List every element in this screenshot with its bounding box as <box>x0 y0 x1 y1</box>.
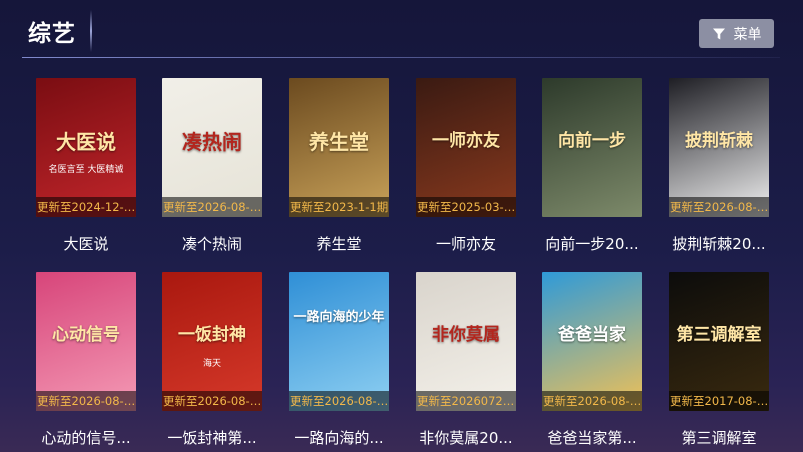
program-title[interactable]: 一饭封神第... <box>152 427 272 448</box>
program-card[interactable]: 养生堂更新至2023-1-1期 养生堂 <box>289 78 389 254</box>
program-title[interactable]: 凑个热闹 <box>152 233 272 254</box>
program-card[interactable]: 披荆斩棘 更新至2026-08-0... 披荆斩棘20... <box>669 78 769 254</box>
program-card[interactable]: 名医言至 大医精诚 大医说更新至2024-12-2... 大医说 <box>36 78 136 254</box>
program-title[interactable]: 爸爸当家第... <box>532 427 652 448</box>
title-divider <box>90 10 92 52</box>
program-title[interactable]: 一师亦友 <box>406 233 526 254</box>
program-card[interactable]: 心动信号 更新至2026-08-1... 心动的信号... <box>36 272 136 448</box>
poster-subtitle: 海天 <box>202 359 221 369</box>
poster-title: 向前一步 <box>558 131 626 151</box>
program-card[interactable]: 第三调解室更新至2017-08-0... 第三调解室 <box>669 272 769 448</box>
program-title[interactable]: 心动的信号... <box>26 427 146 448</box>
program-poster[interactable]: 养生堂更新至2023-1-1期 <box>289 78 389 217</box>
poster-title: 一师亦友 <box>432 131 500 151</box>
program-card[interactable]: 非你莫属 更新至20260726... 非你莫属20... <box>416 272 516 448</box>
poster-title: 爸爸当家 <box>558 325 626 345</box>
program-title[interactable]: 一路向海的... <box>279 427 399 448</box>
program-poster[interactable]: 一师亦友更新至2025-03-1... <box>416 78 516 217</box>
update-status: 更新至2017-08-0... <box>669 391 769 411</box>
update-status: 更新至2026-08-0... <box>542 391 642 411</box>
program-poster[interactable]: 一路向海的少年更新至2026-08-0... <box>289 272 389 411</box>
update-status: 更新至2026-08-0... <box>289 391 389 411</box>
update-status: 更新至2025-03-1... <box>416 197 516 217</box>
program-title[interactable]: 养生堂 <box>279 233 399 254</box>
poster-title: 大医说 <box>56 130 116 154</box>
menu-button[interactable]: 菜单 <box>699 19 774 48</box>
program-title[interactable]: 第三调解室 <box>659 427 779 448</box>
filter-icon <box>712 28 725 39</box>
poster-title: 一路向海的少年 <box>293 310 385 325</box>
header-divider <box>22 57 780 58</box>
poster-title: 心动信号 <box>52 325 120 345</box>
program-title[interactable]: 大医说 <box>26 233 146 254</box>
page-title: 综艺 <box>28 21 76 47</box>
poster-title: 凑热闹 <box>182 130 242 154</box>
header-bar: 综艺 菜单 <box>0 0 803 60</box>
program-title[interactable]: 向前一步20... <box>532 233 652 254</box>
program-poster[interactable]: 第三调解室更新至2017-08-0... <box>669 272 769 411</box>
menu-button-label: 菜单 <box>733 26 762 43</box>
poster-title: 养生堂 <box>309 130 369 154</box>
program-poster[interactable]: 凑热闹更新至2026-08-0... <box>162 78 262 217</box>
update-status: 更新至2026-08-0... <box>162 197 262 217</box>
poster-title: 一饭封神 <box>178 325 246 345</box>
update-status: 更新至2024-12-2... <box>36 197 136 217</box>
program-card[interactable]: 海天 一饭封神 更新至2026-08-0... 一饭封神第... <box>162 272 262 448</box>
program-poster[interactable]: 名医言至 大医精诚 大医说更新至2024-12-2... <box>36 78 136 217</box>
poster-title: 非你莫属 <box>432 325 500 345</box>
program-card[interactable]: 向前一步 向前一步20... <box>542 78 642 254</box>
program-card[interactable]: 爸爸当家 更新至2026-08-0... 爸爸当家第... <box>542 272 642 448</box>
update-status: 更新至2026-08-0... <box>669 197 769 217</box>
update-status: 更新至2023-1-1期 <box>289 197 389 217</box>
program-title[interactable]: 披荆斩棘20... <box>659 233 779 254</box>
poster-title: 第三调解室 <box>676 325 762 345</box>
update-status: 更新至20260726... <box>416 391 516 411</box>
update-status: 更新至2026-08-0... <box>162 391 262 411</box>
program-poster[interactable]: 向前一步 <box>542 78 642 217</box>
program-poster[interactable]: 非你莫属更新至20260726... <box>416 272 516 411</box>
program-title[interactable]: 非你莫属20... <box>406 427 526 448</box>
poster-subtitle: 名医言至 大医精诚 <box>48 165 124 175</box>
program-card[interactable]: 凑热闹 更新至2026-08-0... 凑个热闹 <box>162 78 262 254</box>
update-status: 更新至2026-08-1... <box>36 391 136 411</box>
program-poster[interactable]: 披荆斩棘更新至2026-08-0... <box>669 78 769 217</box>
poster-title: 披荆斩棘 <box>685 131 753 151</box>
program-card[interactable]: 一师亦友更新至2025-03-1... 一师亦友 <box>416 78 516 254</box>
program-card[interactable]: 一路向海的少年 更新至2026-08-0... 一路向海的... <box>289 272 389 448</box>
program-poster[interactable]: 海天 一饭封神更新至2026-08-0... <box>162 272 262 411</box>
program-poster[interactable]: 爸爸当家更新至2026-08-0... <box>542 272 642 411</box>
program-poster[interactable]: 心动信号更新至2026-08-1... <box>36 272 136 411</box>
